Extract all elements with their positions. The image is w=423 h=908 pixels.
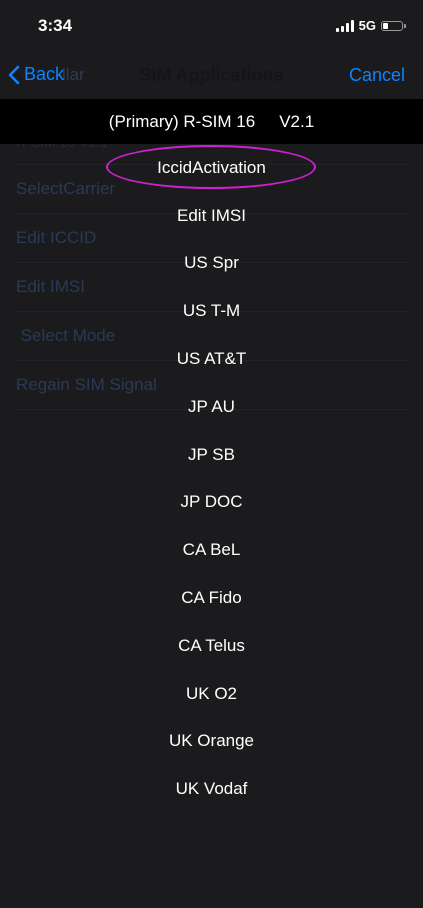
picker-option-edit-imsi[interactable]: Edit IMSI	[0, 192, 423, 240]
back-button[interactable]: Back	[8, 64, 64, 85]
picker-option-ca-telus[interactable]: CA Telus	[0, 622, 423, 670]
picker-option-us-spr[interactable]: US Spr	[0, 240, 423, 288]
back-label: Back	[24, 64, 65, 84]
picker-option-uk-o2[interactable]: UK O2	[0, 670, 423, 718]
status-bar: 3:34 5G	[0, 0, 423, 52]
picker-option-us-tm[interactable]: US T-M	[0, 287, 423, 335]
picker-option-uk-orange[interactable]: UK Orange	[0, 718, 423, 766]
network-type: 5G	[358, 18, 376, 33]
highlight-circle-annotation	[106, 145, 316, 189]
picker-sim-version: V2.1	[279, 112, 315, 131]
picker-header: (Primary) R-SIM 16 V2.1	[0, 99, 423, 144]
picker-sim-name: (Primary) R-SIM 16	[108, 112, 256, 131]
battery-icon	[381, 20, 406, 31]
back-label-ghost: llar	[62, 65, 85, 84]
picker-list: IccidActivation Edit IMSI US Spr US T-M …	[0, 144, 423, 813]
status-time: 3:34	[38, 16, 73, 35]
signal-icon	[335, 19, 354, 32]
picker-option-jp-sb[interactable]: JP SB	[0, 431, 423, 479]
picker-option-ca-fido[interactable]: CA Fido	[0, 574, 423, 622]
chevron-left-icon	[8, 65, 20, 84]
picker-option-ca-bel[interactable]: CA BeL	[0, 526, 423, 574]
picker-option-jp-doc[interactable]: JP DOC	[0, 479, 423, 527]
status-indicators: 5G	[335, 18, 406, 33]
picker-option-us-att[interactable]: US AT&T	[0, 335, 423, 383]
picker-option-uk-vodaf[interactable]: UK Vodaf	[0, 765, 423, 813]
navigation-bar: Back llar SIM Applications Cancel	[0, 52, 423, 98]
picker-option-jp-au[interactable]: JP AU	[0, 383, 423, 431]
cancel-button[interactable]: Cancel	[349, 65, 405, 86]
